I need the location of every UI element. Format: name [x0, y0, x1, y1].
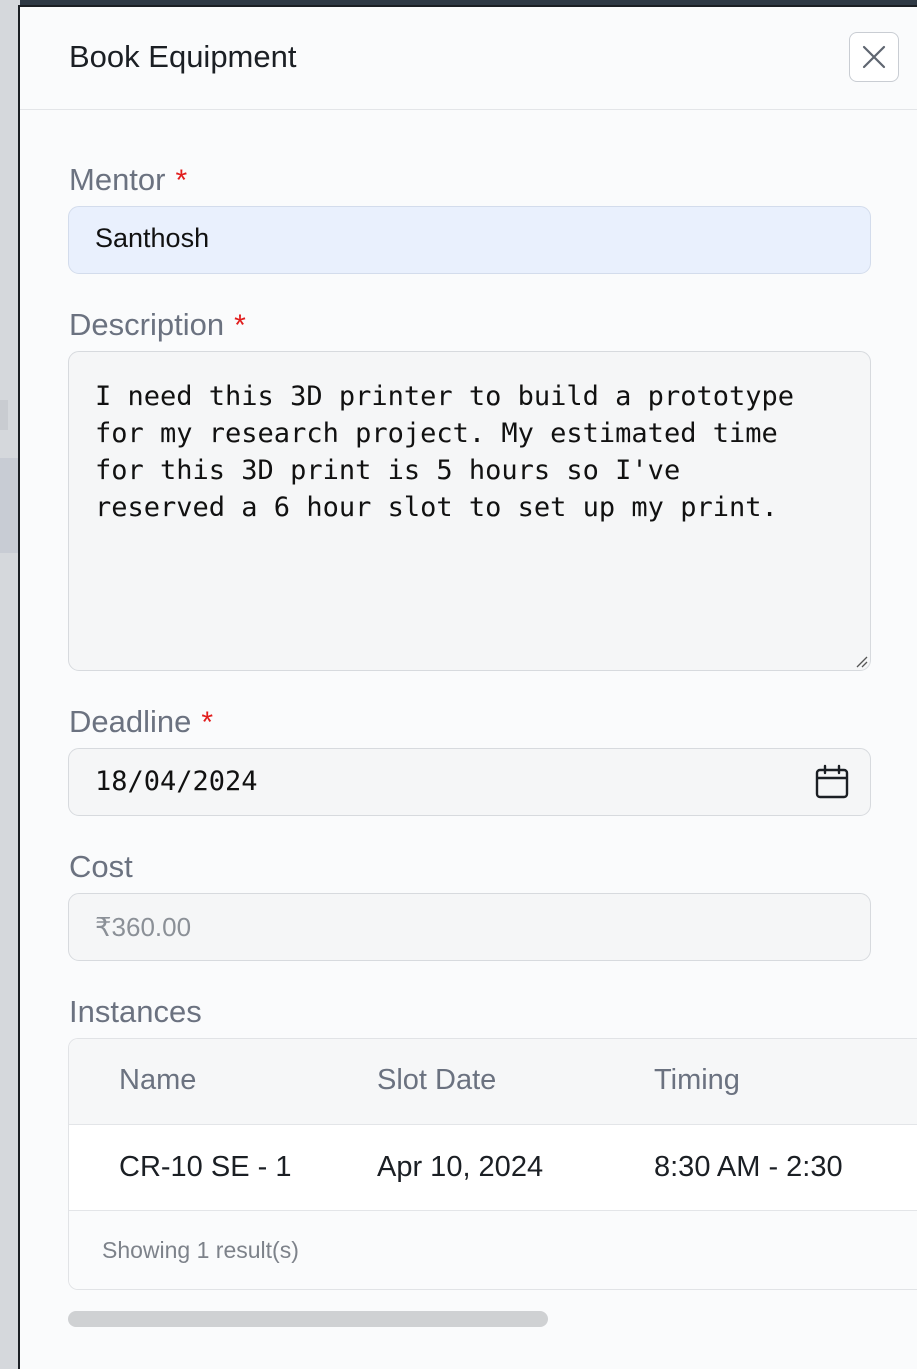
modal-header: Book Equipment — [20, 7, 917, 110]
result-count: Showing 1 result(s) — [102, 1237, 299, 1263]
description-value: I need this 3D printer to build a protot… — [95, 381, 794, 523]
instances-table: Name Slot Date Timing CR-10 SE - 1 Apr 1… — [68, 1038, 917, 1290]
required-asterisk: * — [201, 706, 214, 739]
page-backdrop — [0, 0, 20, 1369]
column-header-name[interactable]: Name — [119, 1064, 196, 1097]
table-header: Name Slot Date Timing — [69, 1039, 917, 1125]
close-icon — [862, 45, 886, 69]
book-equipment-modal: Book Equipment Mentor * Santhosh Descript… — [18, 5, 917, 1369]
mentor-label-text: Mentor — [69, 162, 166, 197]
backdrop-fragment — [0, 400, 8, 430]
column-header-slot-date[interactable]: Slot Date — [377, 1064, 496, 1097]
mentor-value: Santhosh — [95, 223, 210, 253]
calendar-icon[interactable] — [813, 763, 851, 801]
table-footer: Showing 1 result(s) — [69, 1211, 917, 1289]
deadline-label-text: Deadline — [69, 704, 192, 739]
horizontal-scrollbar[interactable] — [68, 1311, 548, 1327]
cost-field: ₹360.00 — [68, 893, 871, 961]
table-row[interactable]: CR-10 SE - 1 Apr 10, 2024 8:30 AM - 2:30 — [69, 1125, 917, 1211]
resize-grip-icon[interactable] — [854, 654, 868, 668]
mentor-label: Mentor * — [69, 162, 187, 198]
cost-label: Cost — [69, 849, 133, 885]
cell-name: CR-10 SE - 1 — [119, 1151, 292, 1183]
cost-value: ₹360.00 — [95, 912, 192, 942]
description-textarea[interactable]: I need this 3D printer to build a protot… — [68, 351, 871, 671]
column-header-timing[interactable]: Timing — [654, 1064, 740, 1097]
deadline-value: 18/04/2024 — [95, 766, 258, 797]
modal-title: Book Equipment — [69, 39, 297, 74]
description-label: Description * — [69, 307, 246, 343]
cell-timing: 8:30 AM - 2:30 — [654, 1151, 843, 1183]
close-button[interactable] — [849, 32, 899, 82]
deadline-date-input[interactable]: 18/04/2024 — [68, 748, 871, 816]
mentor-field[interactable]: Santhosh — [68, 206, 871, 274]
instances-label-text: Instances — [69, 994, 202, 1029]
required-asterisk: * — [234, 309, 246, 342]
instances-label: Instances — [69, 994, 202, 1030]
cell-slot-date: Apr 10, 2024 — [377, 1151, 544, 1183]
deadline-label: Deadline * — [69, 704, 213, 740]
cost-label-text: Cost — [69, 849, 133, 884]
description-label-text: Description — [69, 307, 225, 342]
backdrop-fragment — [0, 458, 20, 553]
required-asterisk: * — [175, 164, 188, 197]
